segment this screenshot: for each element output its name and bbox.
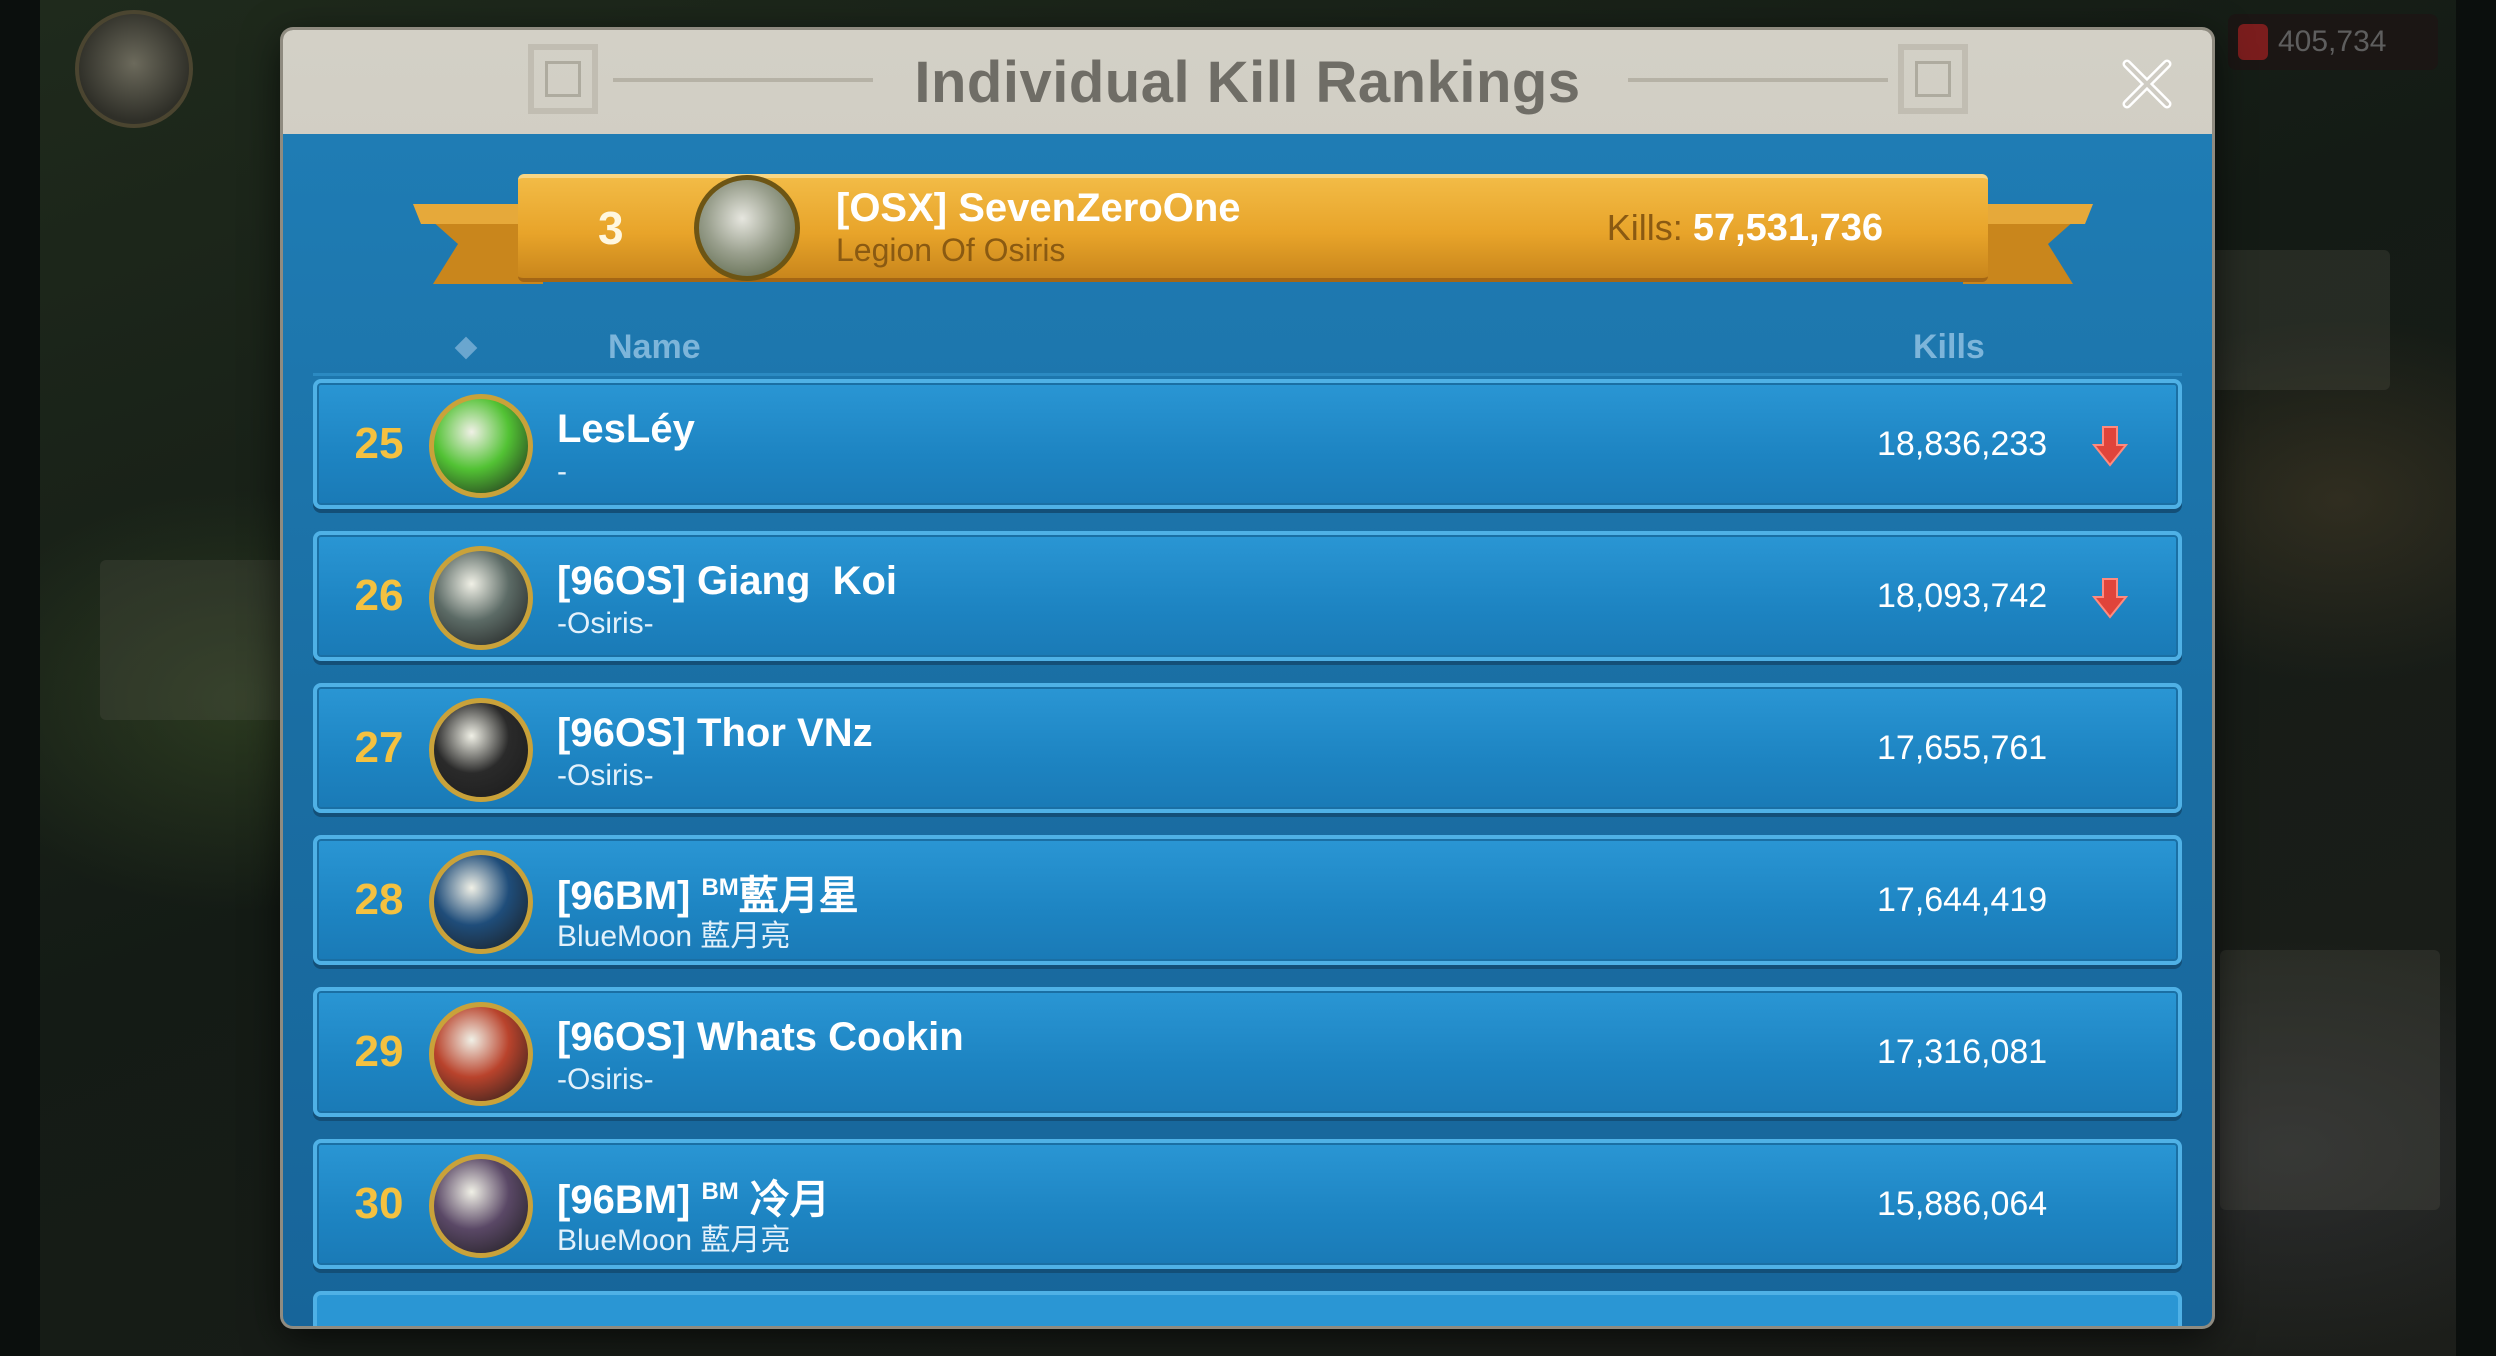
guild-tag: [96OS] — [557, 559, 698, 603]
alliance-name: - — [557, 455, 567, 488]
player-name-text: Whats Cookin — [697, 1015, 964, 1059]
close-icon — [2122, 59, 2172, 109]
meander-ornament-icon — [528, 44, 598, 114]
ribbon-body: 3 [OSX] SevenZeroOne Legion Of Osiris Ki… — [518, 174, 1988, 282]
kills-value: 18,836,233 — [1877, 425, 2048, 463]
column-header: Name Kills — [313, 320, 2182, 376]
arrow-down-icon — [2092, 426, 2128, 467]
player-name: LesLéy — [557, 407, 695, 452]
own-kills: Kills: 57,531,736 — [1607, 178, 1883, 278]
player-name: [96OS] Giang Koi — [557, 559, 897, 604]
player-name: [96OS] Thor VNz — [557, 711, 873, 756]
power-value: 405,734 — [2278, 25, 2387, 58]
row-rank: 26 — [354, 571, 404, 620]
guild-tag: [96OS] — [557, 711, 698, 755]
title-rule — [1628, 78, 1888, 82]
player-name-text: Thor VNz — [697, 711, 873, 755]
row-rank: 28 — [354, 875, 404, 924]
row-rank: 30 — [354, 1179, 404, 1228]
ranking-row[interactable]: 29 [96OS] Whats Cookin -Osiris- 17,316,0… — [313, 987, 2182, 1117]
diamond-icon — [454, 336, 478, 360]
own-rank-ribbon[interactable]: 3 [OSX] SevenZeroOne Legion Of Osiris Ki… — [413, 164, 2093, 294]
building-silhouette — [2220, 950, 2440, 1210]
player-avatar[interactable] — [429, 698, 533, 802]
kills-value: 18,093,742 — [1877, 577, 2048, 615]
row-rank: 25 — [354, 419, 404, 468]
gem-icon — [2238, 24, 2268, 60]
kills-value: 15,886,064 — [1877, 1185, 2048, 1223]
player-avatar[interactable] — [429, 394, 533, 498]
own-avatar[interactable] — [694, 175, 800, 281]
alliance-name: -Osiris- — [557, 607, 654, 640]
column-header-name: Name — [608, 328, 701, 366]
alliance-name: -Osiris- — [557, 1063, 654, 1096]
player-avatar[interactable] — [429, 1154, 533, 1258]
ranking-row[interactable]: 28 [96BM] BM藍月星 BlueMoon 藍月亮 17,644,419 — [313, 835, 2182, 965]
player-name-text: Giang Koi — [697, 559, 898, 603]
ranking-row[interactable]: 25 LesLéy - 18,836,233 — [313, 379, 2182, 509]
player-name-text: LesLéy — [557, 407, 695, 451]
game-screen: 405,734 Individual Kill Rankings 3 [OSX]… — [0, 0, 2496, 1356]
title-rule — [613, 78, 873, 82]
dialog-title: Individual Kill Rankings — [914, 49, 1581, 115]
kill-rankings-dialog: Individual Kill Rankings 3 [OSX] SevenZe… — [283, 30, 2212, 1326]
dialog-title-bar: Individual Kill Rankings — [283, 30, 2212, 134]
alliance-name: BlueMoon 藍月亮 — [557, 920, 791, 953]
row-rank: 29 — [354, 1027, 404, 1076]
own-alliance-name: Legion Of Osiris — [836, 232, 1066, 268]
ranking-row[interactable]: 27 [96OS] Thor VNz -Osiris- 17,655,761 — [313, 683, 2182, 813]
row-rank: 27 — [354, 723, 404, 772]
alliance-name: -Osiris- — [557, 759, 654, 792]
city-emblem-icon[interactable] — [75, 10, 193, 128]
player-avatar[interactable] — [429, 546, 533, 650]
arrow-down-icon — [2092, 578, 2128, 619]
guild-tag: [96OS] — [557, 1015, 698, 1059]
title-superscript: BM — [701, 1178, 739, 1205]
close-button[interactable] — [2113, 50, 2181, 118]
power-counter: 405,734 — [2228, 14, 2438, 70]
kills-value: 17,644,419 — [1877, 881, 2048, 919]
own-kills-label: Kills: — [1606, 207, 1683, 248]
player-avatar[interactable] — [429, 850, 533, 954]
column-header-kills: Kills — [1913, 328, 1985, 366]
rankings-panel: 3 [OSX] SevenZeroOne Legion Of Osiris Ki… — [283, 134, 2212, 1326]
ranking-row-partial[interactable] — [313, 1291, 2182, 1326]
meander-ornament-icon — [1898, 44, 1968, 114]
kills-value: 17,316,081 — [1877, 1033, 2048, 1071]
ranking-row[interactable]: 26 [96OS] Giang Koi -Osiris- 18,093,742 — [313, 531, 2182, 661]
ranking-row[interactable]: 30 [96BM] BM 冷月 BlueMoon 藍月亮 15,886,064 — [313, 1139, 2182, 1269]
own-player-name: [OSX] SevenZeroOne — [836, 186, 1241, 230]
header-divider — [313, 373, 2182, 376]
building-silhouette — [2190, 250, 2390, 390]
own-rank-number: 3 — [598, 202, 624, 254]
alliance-name: BlueMoon 藍月亮 — [557, 1224, 791, 1257]
kills-value: 17,655,761 — [1877, 729, 2048, 767]
player-avatar[interactable] — [429, 1002, 533, 1106]
title-superscript: BM — [701, 874, 739, 901]
own-kills-value: 57,531,736 — [1692, 207, 1883, 249]
player-name: [96OS] Whats Cookin — [557, 1015, 964, 1060]
